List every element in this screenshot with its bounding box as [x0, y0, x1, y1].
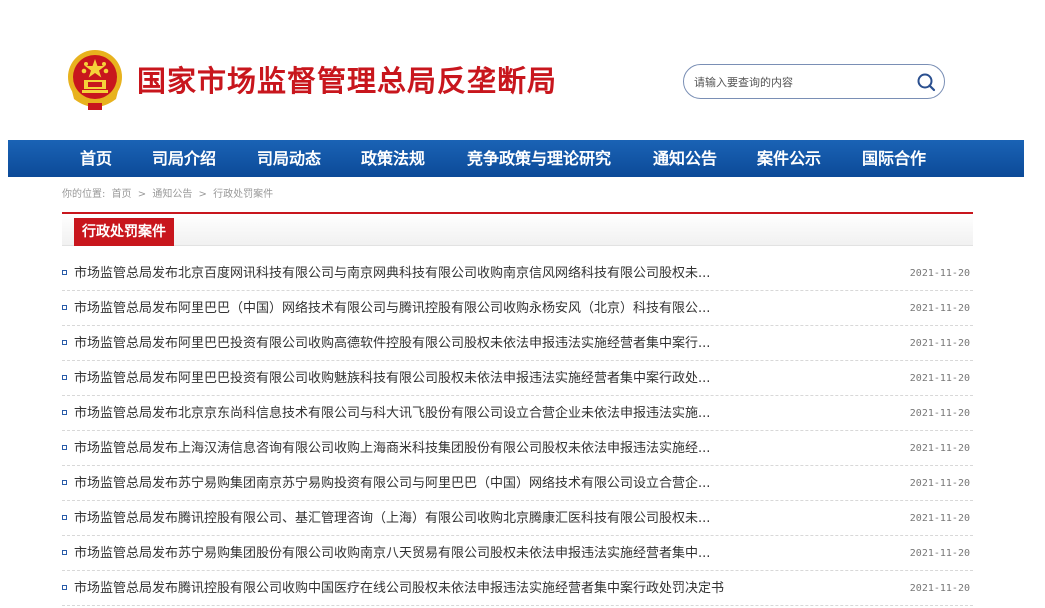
main-nav: 首页 司局介绍 司局动态 政策法规 竞争政策与理论研究 通知公告 案件公示 国际… [8, 140, 1024, 177]
nav-item-international[interactable]: 国际合作 [862, 140, 926, 177]
news-title-link[interactable]: 市场监管总局发布腾讯控股有限公司收购中国医疗在线公司股权未依法申报违法实施经营者… [74, 571, 724, 606]
list-item: 市场监管总局发布腾讯控股有限公司收购中国医疗在线公司股权未依法申报违法实施经营者… [62, 571, 973, 606]
nav-item-news[interactable]: 司局动态 [257, 140, 321, 177]
breadcrumb-prefix: 你的位置: [62, 189, 106, 200]
list-item: 市场监管总局发布阿里巴巴投资有限公司收购高德软件控股有限公司股权未依法申报违法实… [62, 326, 973, 361]
breadcrumb-separator: > [198, 189, 207, 200]
list-item: 市场监管总局发布苏宁易购集团南京苏宁易购投资有限公司与阿里巴巴（中国）网络技术有… [62, 466, 973, 501]
news-title-link[interactable]: 市场监管总局发布上海汉涛信息咨询有限公司收购上海商米科技集团股份有限公司股权未依… [74, 431, 710, 466]
news-title-link[interactable]: 市场监管总局发布腾讯控股有限公司、基汇管理咨询（上海）有限公司收购北京腾康汇医科… [74, 501, 710, 536]
news-title-link[interactable]: 市场监管总局发布阿里巴巴投资有限公司收购魅族科技有限公司股权未依法申报违法实施经… [74, 361, 710, 396]
breadcrumb-home[interactable]: 首页 [112, 189, 132, 200]
news-list: 市场监管总局发布北京百度网讯科技有限公司与南京网典科技有限公司收购南京信风网络科… [62, 256, 973, 606]
bullet-icon [62, 480, 67, 485]
bullet-icon [62, 375, 67, 380]
news-date: 2021-11-20 [909, 373, 970, 384]
bullet-icon [62, 550, 67, 555]
news-title-link[interactable]: 市场监管总局发布北京京东尚科信息技术有限公司与科大讯飞股份有限公司设立合营企业未… [74, 396, 710, 431]
news-title-link[interactable]: 市场监管总局发布苏宁易购集团南京苏宁易购投资有限公司与阿里巴巴（中国）网络技术有… [74, 466, 710, 501]
breadcrumb-current[interactable]: 行政处罚案件 [213, 189, 273, 200]
national-emblem-icon [68, 50, 122, 110]
list-item: 市场监管总局发布北京京东尚科信息技术有限公司与科大讯飞股份有限公司设立合营企业未… [62, 396, 973, 431]
bullet-icon [62, 305, 67, 310]
news-date: 2021-11-20 [909, 583, 970, 594]
bullet-icon [62, 340, 67, 345]
site-title: 国家市场监督管理总局反垄断局 [137, 64, 558, 98]
news-date: 2021-11-20 [909, 513, 970, 524]
breadcrumb-notices[interactable]: 通知公告 [152, 189, 192, 200]
section-title: 行政处罚案件 [74, 218, 174, 246]
news-date: 2021-11-20 [909, 548, 970, 559]
news-date: 2021-11-20 [909, 443, 970, 454]
news-date: 2021-11-20 [909, 408, 970, 419]
bullet-icon [62, 515, 67, 520]
site-header: 国家市场监督管理总局反垄断局 [0, 0, 1045, 140]
news-date: 2021-11-20 [909, 338, 970, 349]
nav-item-about[interactable]: 司局介绍 [152, 140, 216, 177]
nav-item-policy[interactable]: 政策法规 [361, 140, 425, 177]
news-title-link[interactable]: 市场监管总局发布阿里巴巴（中国）网络技术有限公司与腾讯控股有限公司收购永杨安风（… [74, 291, 710, 326]
news-title-link[interactable]: 市场监管总局发布阿里巴巴投资有限公司收购高德软件控股有限公司股权未依法申报违法实… [74, 326, 710, 361]
breadcrumb-separator: > [137, 189, 147, 200]
section-header: 行政处罚案件 [62, 212, 973, 246]
search-input[interactable] [694, 72, 904, 92]
list-item: 市场监管总局发布苏宁易购集团股份有限公司收购南京八天贸易有限公司股权未依法申报违… [62, 536, 973, 571]
list-item: 市场监管总局发布北京百度网讯科技有限公司与南京网典科技有限公司收购南京信风网络科… [62, 256, 973, 291]
news-date: 2021-11-20 [909, 478, 970, 489]
news-title-link[interactable]: 市场监管总局发布北京百度网讯科技有限公司与南京网典科技有限公司收购南京信风网络科… [74, 256, 710, 291]
list-item: 市场监管总局发布阿里巴巴投资有限公司收购魅族科技有限公司股权未依法申报违法实施经… [62, 361, 973, 396]
nav-item-research[interactable]: 竞争政策与理论研究 [467, 140, 611, 177]
breadcrumb: 你的位置: 首页 > 通知公告 > 行政处罚案件 [62, 186, 276, 204]
search-icon[interactable] [916, 72, 936, 92]
bullet-icon [62, 445, 67, 450]
news-date: 2021-11-20 [909, 303, 970, 314]
nav-item-home[interactable]: 首页 [80, 140, 112, 177]
bullet-icon [62, 270, 67, 275]
list-item: 市场监管总局发布上海汉涛信息咨询有限公司收购上海商米科技集团股份有限公司股权未依… [62, 431, 973, 466]
nav-item-notices[interactable]: 通知公告 [653, 140, 717, 177]
news-date: 2021-11-20 [909, 268, 970, 279]
list-item: 市场监管总局发布腾讯控股有限公司、基汇管理咨询（上海）有限公司收购北京腾康汇医科… [62, 501, 973, 536]
bullet-icon [62, 585, 67, 590]
nav-item-cases[interactable]: 案件公示 [757, 140, 821, 177]
news-title-link[interactable]: 市场监管总局发布苏宁易购集团股份有限公司收购南京八天贸易有限公司股权未依法申报违… [74, 536, 710, 571]
bullet-icon [62, 410, 67, 415]
list-item: 市场监管总局发布阿里巴巴（中国）网络技术有限公司与腾讯控股有限公司收购永杨安风（… [62, 291, 973, 326]
search-box [683, 64, 945, 99]
